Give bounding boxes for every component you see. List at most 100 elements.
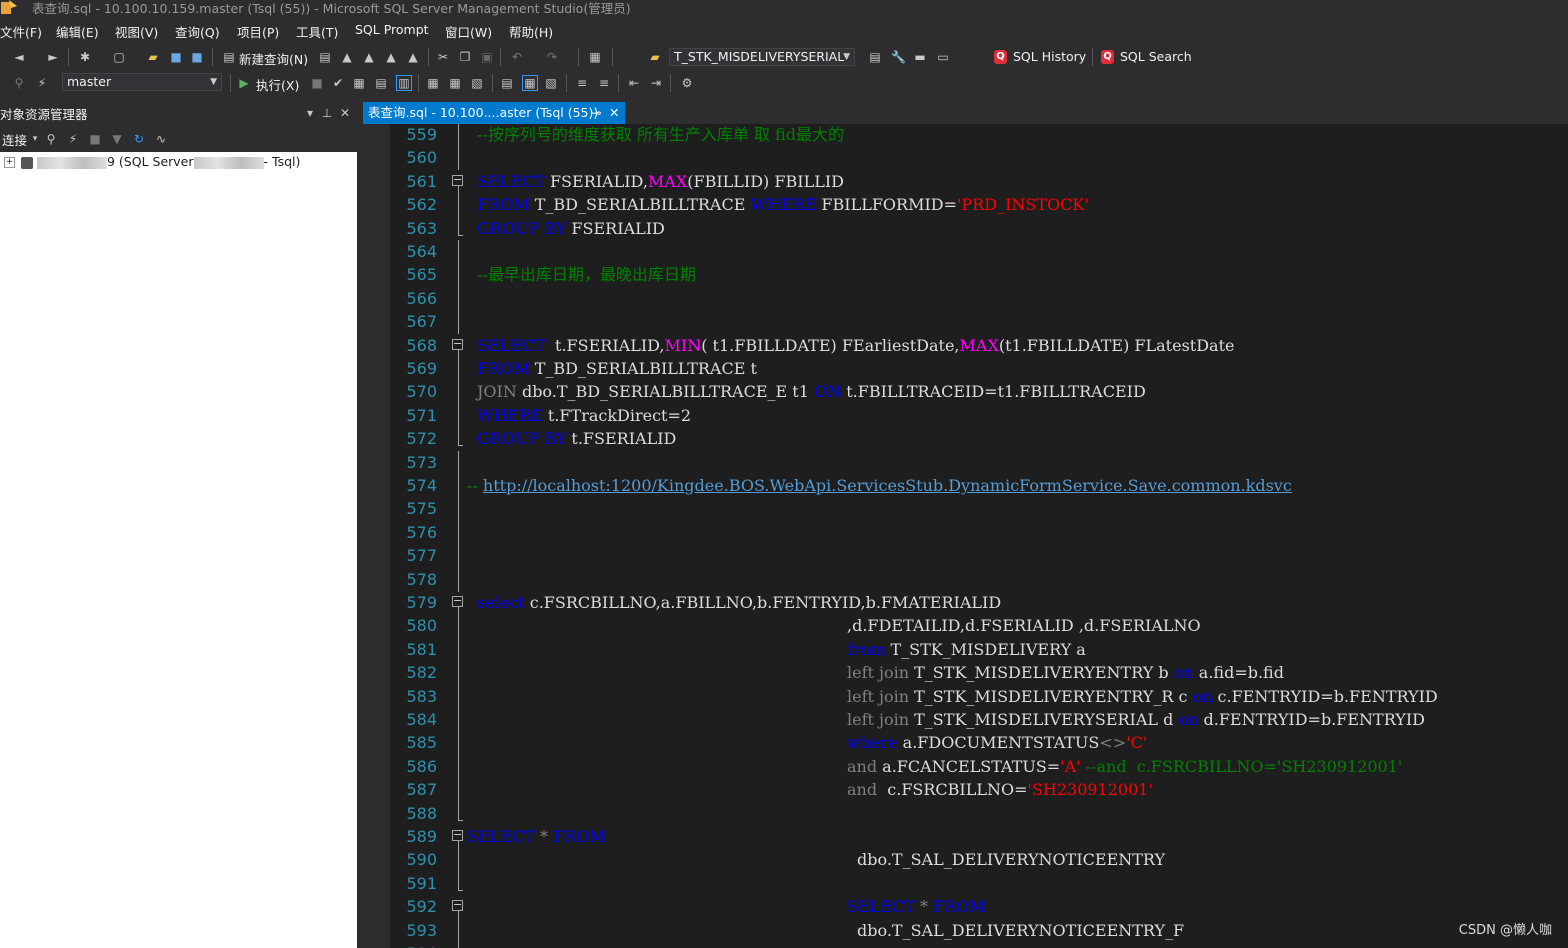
code-line[interactable]: 578 [363, 567, 1568, 592]
client-stats-icon[interactable]: ▧ [470, 76, 484, 90]
live-stats-icon[interactable]: ▦ [448, 76, 462, 90]
activity-monitor-icon[interactable]: ▦ [588, 50, 602, 64]
specify-values-icon[interactable]: ⚙ [680, 76, 694, 90]
menu-view[interactable]: 视图(V) [115, 22, 158, 41]
results-grid-icon[interactable]: ▦ [522, 75, 538, 91]
estimated-plan-icon[interactable]: ▦ [352, 76, 366, 90]
menu-query[interactable]: 查询(Q) [175, 22, 220, 41]
new-project-icon[interactable]: ✱ [78, 50, 92, 64]
code-line[interactable]: 576 [363, 520, 1568, 545]
dmx-query-icon[interactable]: ▲ [362, 50, 376, 64]
menu-edit[interactable]: 编辑(E) [56, 22, 99, 41]
code-line[interactable]: 559 --按序列号的维度获取 所有生产入库单 取 fid最大的 [363, 124, 1568, 147]
save-icon[interactable]: ■ [169, 50, 183, 64]
collapse-minus-icon[interactable]: − [452, 338, 463, 350]
filter-icon[interactable]: ▼ [110, 132, 124, 146]
sql-code-editor[interactable]: 559 --按序列号的维度获取 所有生产入库单 取 fid最大的 560 561− SE… [363, 124, 1568, 948]
refresh-icon[interactable]: ↻ [132, 132, 146, 146]
code-line[interactable]: 593 dbo.T_SAL_DELIVERYNOTICEENTRY_F [363, 918, 1568, 943]
pin-icon[interactable]: ⊥ [320, 106, 334, 120]
code-line[interactable]: 582 left join T_STK_MISDELIVERYENTRY b on… [363, 661, 1568, 686]
code-line[interactable]: 581 from T_STK_MISDELIVERY a [363, 637, 1568, 662]
code-line[interactable]: 570 JOIN dbo.T_BD_SERIALBILLTRACE_E t1 ON… [363, 380, 1568, 405]
collapse-minus-icon[interactable]: − [452, 595, 463, 607]
copy-icon[interactable]: ❐ [458, 50, 472, 64]
code-line[interactable]: 565 --最早出库日期，最晚出库日期 [363, 263, 1568, 288]
disconnect-icon[interactable]: ⚡ [66, 132, 80, 146]
execute-play-icon[interactable]: ▶ [237, 76, 251, 90]
results-to-file-icon[interactable]: ▧ [544, 76, 558, 90]
decrease-indent-icon[interactable]: ⇤ [627, 76, 641, 90]
code-line[interactable]: 573 [363, 450, 1568, 475]
code-line[interactable]: 587 and c.FSRCBILLNO='SH230912001' [363, 778, 1568, 803]
database-engine-query-icon[interactable]: ▤ [318, 50, 332, 64]
activity-icon[interactable]: ∿ [154, 132, 168, 146]
connect-plug-icon[interactable]: ⚲ [12, 76, 26, 90]
properties-wrench-icon[interactable]: 🔧 [891, 50, 906, 64]
redo-icon[interactable]: ↷ [545, 50, 559, 64]
stop-icon[interactable]: ■ [310, 76, 324, 90]
code-line[interactable]: 561 − SELECT FSERIALID,MAX(FBILLID) FBILLI… [363, 170, 1568, 194]
collapse-minus-icon[interactable]: − [452, 829, 463, 841]
open-file-icon[interactable]: ▰ [146, 50, 160, 64]
collapse-minus-icon[interactable]: − [452, 174, 463, 186]
collapse-minus-icon[interactable]: − [452, 899, 463, 912]
server-node[interactable]: +9 (SQL Server - Tsql) [4, 154, 300, 172]
dax-query-icon[interactable]: ▲ [406, 50, 420, 64]
results-to-text-icon[interactable]: ▤ [500, 76, 514, 90]
add-item-icon[interactable]: ▢ [112, 50, 126, 64]
console-icon[interactable]: ▭ [936, 50, 950, 64]
comment-lines-icon[interactable]: ≡ [575, 76, 589, 90]
undo-icon[interactable]: ↶ [510, 50, 524, 64]
code-line[interactable]: 577 [363, 544, 1568, 569]
chevron-down-icon[interactable]: ▾ [303, 106, 317, 120]
code-line[interactable]: 575 [363, 497, 1568, 522]
tab-query-file[interactable]: 表查询.sql - 10.100....aster (Tsql (55)) ⊸ … [363, 102, 625, 124]
paste-icon[interactable]: ▣ [480, 50, 494, 64]
uncomment-lines-icon[interactable]: ≡ [597, 76, 611, 90]
back-icon[interactable]: ◄ [12, 50, 26, 64]
toolbox-icon[interactable]: ▬ [913, 50, 927, 64]
object-dropdown[interactable]: T_STK_MISDELIVERYSERIAL ▼ [669, 48, 855, 66]
code-line[interactable]: 560 [363, 146, 1568, 171]
menu-project[interactable]: 项目(P) [237, 22, 279, 41]
save-all-icon[interactable]: ■ [190, 50, 204, 64]
increase-indent-icon[interactable]: ⇥ [649, 76, 663, 90]
forward-icon[interactable]: ► [46, 50, 60, 64]
code-line[interactable]: 564 [363, 240, 1568, 264]
menu-sql-prompt[interactable]: SQL Prompt [355, 22, 429, 37]
results-to-grid-icon[interactable]: ▥ [396, 75, 412, 91]
code-line[interactable]: 591 [363, 871, 1568, 895]
code-line[interactable]: 579 − select c.FSRCBILLNO,a.FBILLNO,b.FENT… [363, 591, 1568, 615]
code-line[interactable]: 589 − SELECT * FROM [363, 825, 1568, 849]
xmla-query-icon[interactable]: ▲ [384, 50, 398, 64]
sql-search-button[interactable]: SQL Search [1120, 49, 1192, 64]
pin-icon[interactable]: ⊸ [591, 102, 601, 124]
code-line[interactable]: 571 WHERE t.FTrackDirect=2 [363, 403, 1568, 428]
code-line[interactable]: 567 [363, 310, 1568, 335]
execute-button[interactable]: 执行(X) [256, 75, 299, 94]
database-selector[interactable]: master ▼ [62, 73, 222, 91]
code-line[interactable]: 585 where a.FDOCUMENTSTATUS<>'C' [363, 731, 1568, 756]
sql-history-button[interactable]: SQL History [1013, 49, 1086, 64]
connect-plug-icon[interactable]: ⚲ [44, 132, 58, 146]
change-connection-icon[interactable]: ⚡ [35, 76, 49, 90]
actual-plan-icon[interactable]: ▦ [426, 76, 440, 90]
code-line[interactable]: 586 and a.FCANCELSTATUS='A' --and c.FSRCB… [363, 754, 1568, 779]
code-line[interactable]: 588 [363, 801, 1568, 825]
menu-file[interactable]: 文件(F) [0, 22, 42, 41]
menu-window[interactable]: 窗口(W) [445, 22, 492, 41]
code-line[interactable]: 590 dbo.T_SAL_DELIVERYNOTICEENTRY [363, 848, 1568, 873]
parse-check-icon[interactable]: ✔ [331, 76, 345, 90]
code-line[interactable]: 562 FROM T_BD_SERIALBILLTRACE WHERE FBILL… [363, 193, 1568, 218]
mdx-query-icon[interactable]: ▲ [340, 50, 354, 64]
query-designer-icon[interactable]: ▤ [374, 76, 388, 90]
code-line[interactable]: 583 left join T_STK_MISDELIVERYENTRY_R c … [363, 684, 1568, 709]
code-line[interactable]: 584 left join T_STK_MISDELIVERYSERIAL d o… [363, 708, 1568, 732]
code-line[interactable]: 594 [363, 942, 1568, 948]
chevron-down-icon[interactable]: ▾ [28, 132, 42, 146]
close-icon[interactable]: ✕ [338, 106, 352, 120]
stop-icon[interactable]: ■ [88, 132, 102, 146]
code-line[interactable]: 568 − SELECT t.FSERIALID,MIN( t1.FBILLDATE… [363, 334, 1568, 358]
new-query-button[interactable]: 新建查询(N) [239, 49, 308, 68]
